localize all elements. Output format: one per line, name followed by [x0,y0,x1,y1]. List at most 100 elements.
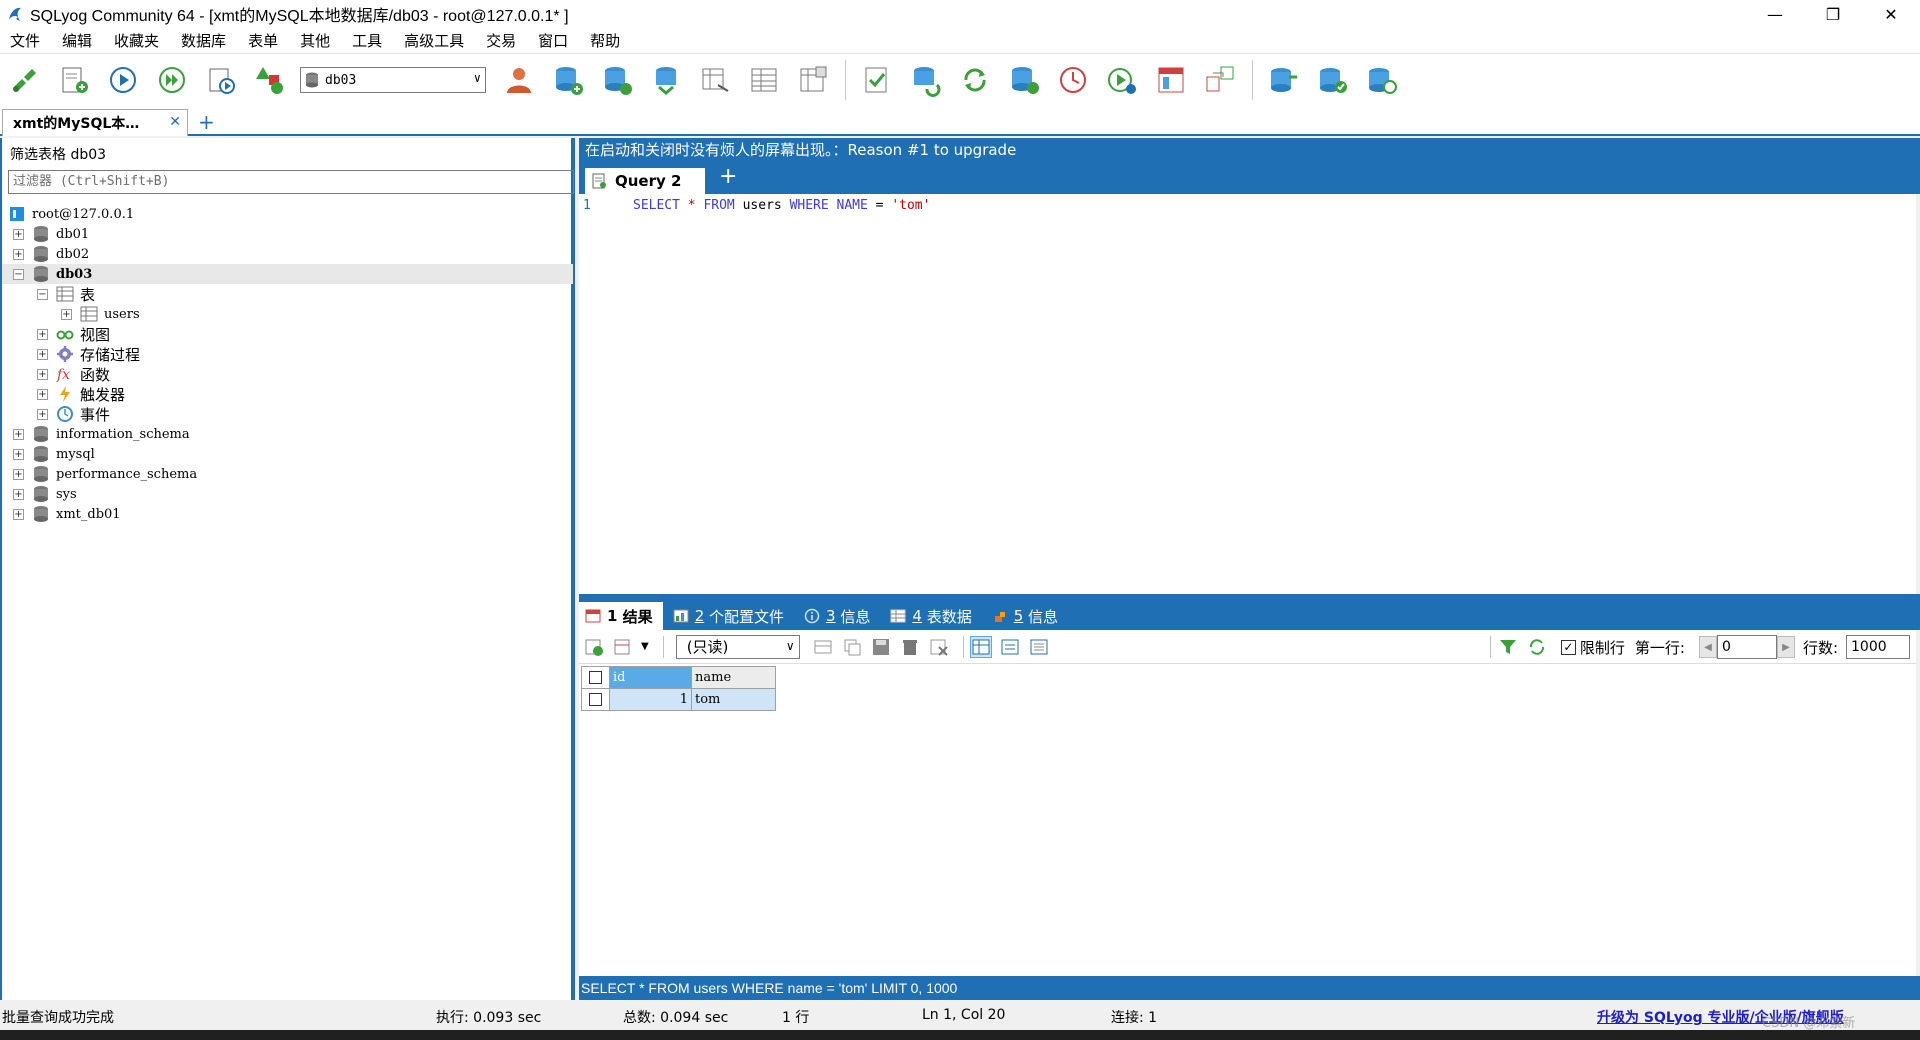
column-header-id[interactable]: id [609,666,692,689]
form-view-icon[interactable] [1201,61,1239,99]
table-diagnostics-icon[interactable] [794,61,832,99]
close-window-button[interactable]: ✕ [1862,0,1920,28]
expand-icon[interactable]: + [37,388,48,400]
expand-icon[interactable]: + [13,508,24,520]
menu-edit[interactable]: 编辑 [62,30,92,51]
expand-icon[interactable]: + [61,308,72,320]
save-icon[interactable] [870,636,892,658]
cell-id[interactable]: 1 [609,688,692,711]
cell-name[interactable]: tom [691,688,776,711]
editor-results-splitter[interactable] [579,594,1920,602]
refresh-icon[interactable] [956,61,994,99]
column-header-name[interactable]: name [691,666,776,689]
add-query-tab-button[interactable]: + [719,164,737,189]
execute-all-queries-icon[interactable] [153,61,191,99]
expand-icon[interactable]: + [13,428,24,440]
tree-folder-tables[interactable]: − 表 [2,284,573,304]
menu-help[interactable]: 帮助 [590,30,620,51]
tree-db-sys[interactable]: + sys [2,484,573,504]
query-tab[interactable]: Query 2 [585,168,705,194]
cancel-changes-icon[interactable] [928,636,950,658]
database-selector[interactable]: db03 ∨ [300,67,486,93]
user-manager-icon[interactable] [500,61,538,99]
expand-icon[interactable]: + [13,228,24,240]
close-tab-icon[interactable]: ✕ [169,114,181,130]
delete-icon[interactable] [899,636,921,658]
text-view-icon[interactable] [1028,636,1050,658]
expand-icon[interactable]: + [13,448,24,460]
schema-view-icon[interactable] [1152,61,1190,99]
expand-icon[interactable]: + [13,488,24,500]
connection-tab[interactable]: xmt的MySQL本… ✕ [2,109,188,136]
collapse-icon[interactable]: − [13,268,24,280]
tree-db-db03[interactable]: − db03 [2,264,573,284]
tree-table-users[interactable]: + users [2,304,573,324]
add-connection-tab-button[interactable]: + [198,110,215,134]
tab-profiler[interactable]: 2 个配置文件 [667,602,794,630]
checkbox-icon[interactable] [589,671,602,684]
tab-results[interactable]: 1 结果 [579,602,663,630]
menu-others[interactable]: 其他 [300,30,330,51]
chevron-down-icon[interactable]: ▼ [641,641,649,652]
data-sync-icon[interactable] [907,61,945,99]
menu-window[interactable]: 窗口 [538,30,568,51]
tree-db-performance-schema[interactable]: + performance_schema [2,464,573,484]
scheduled-jobs-icon[interactable] [1054,61,1092,99]
filter-input[interactable]: 过滤器 (Ctrl+Shift+B) [8,170,574,194]
db-export-icon[interactable] [1314,61,1352,99]
new-query-editor-icon[interactable] [55,61,93,99]
menu-table[interactable]: 表单 [248,30,278,51]
insert-row-icon[interactable] [812,636,834,658]
tab-messages[interactable]: 3 信息 [798,602,880,630]
tree-db-mysql[interactable]: + mysql [2,444,573,464]
expand-icon[interactable]: + [37,348,48,360]
grid-view-icon[interactable] [969,635,992,658]
schema-sync-icon[interactable] [858,61,896,99]
table-data-icon[interactable] [745,61,783,99]
select-all-checkbox-cell[interactable] [581,666,610,689]
refresh-icon[interactable] [1526,636,1548,658]
limit-rows-checkbox[interactable]: ✓ [1560,639,1576,655]
minimize-button[interactable]: — [1746,0,1804,28]
database-copy-icon[interactable] [1005,61,1043,99]
menu-advanced-tools[interactable]: 高级工具 [404,30,464,51]
form-view-icon[interactable] [999,636,1021,658]
collapse-icon[interactable]: − [37,288,48,300]
expand-icon[interactable]: + [37,328,48,340]
rows-count-input[interactable]: 1000 [1846,635,1910,659]
tab-info[interactable]: 5 信息 [986,602,1068,630]
execute-and-edit-icon[interactable] [202,61,240,99]
maximize-button[interactable]: ❐ [1804,0,1862,28]
import-table-icon[interactable] [696,61,734,99]
filter-icon[interactable] [1497,636,1519,658]
expand-icon[interactable]: + [13,248,24,260]
copy-grid-icon[interactable] [612,636,634,658]
new-connection-icon[interactable] [6,61,44,99]
query-builder-icon[interactable] [1103,61,1141,99]
tree-db-information-schema[interactable]: + information_schema [2,424,573,444]
tree-folder-procedures[interactable]: + 存储过程 [2,344,573,364]
tree-db-xmt-db01[interactable]: + xmt_db01 [2,504,573,524]
checkbox-icon[interactable] [589,693,602,706]
tree-folder-views[interactable]: + 视图 [2,324,573,344]
create-database-icon[interactable] [549,61,587,99]
menu-transactions[interactable]: 交易 [486,30,516,51]
tree-folder-events[interactable]: + 事件 [2,404,573,424]
menu-file[interactable]: 文件 [10,30,40,51]
tab-table-data[interactable]: 4 表数据 [884,602,981,630]
tree-folder-functions[interactable]: + fx 函数 [2,364,573,384]
duplicate-row-icon[interactable] [841,636,863,658]
backup-database-icon[interactable] [647,61,685,99]
upgrade-banner[interactable]: 在启动和关闭时没有烦人的屏幕出现。：Reason #1 to upgrade [579,138,1920,162]
first-row-input[interactable]: 0 [1716,635,1777,659]
next-page-button[interactable]: ▶ [1776,636,1795,658]
prev-page-button[interactable]: ◀ [1698,636,1717,658]
tree-db-db02[interactable]: + db02 [2,244,573,264]
result-mode-select[interactable]: (只读) ∨ [675,634,800,659]
menu-database[interactable]: 数据库 [181,30,226,51]
table-row[interactable]: 1 tom [581,688,776,711]
tree-db-db01[interactable]: + db01 [2,224,573,244]
tree-root[interactable]: root@127.0.0.1 [2,204,573,224]
expand-icon[interactable]: + [37,408,48,420]
execute-query-icon[interactable] [104,61,142,99]
